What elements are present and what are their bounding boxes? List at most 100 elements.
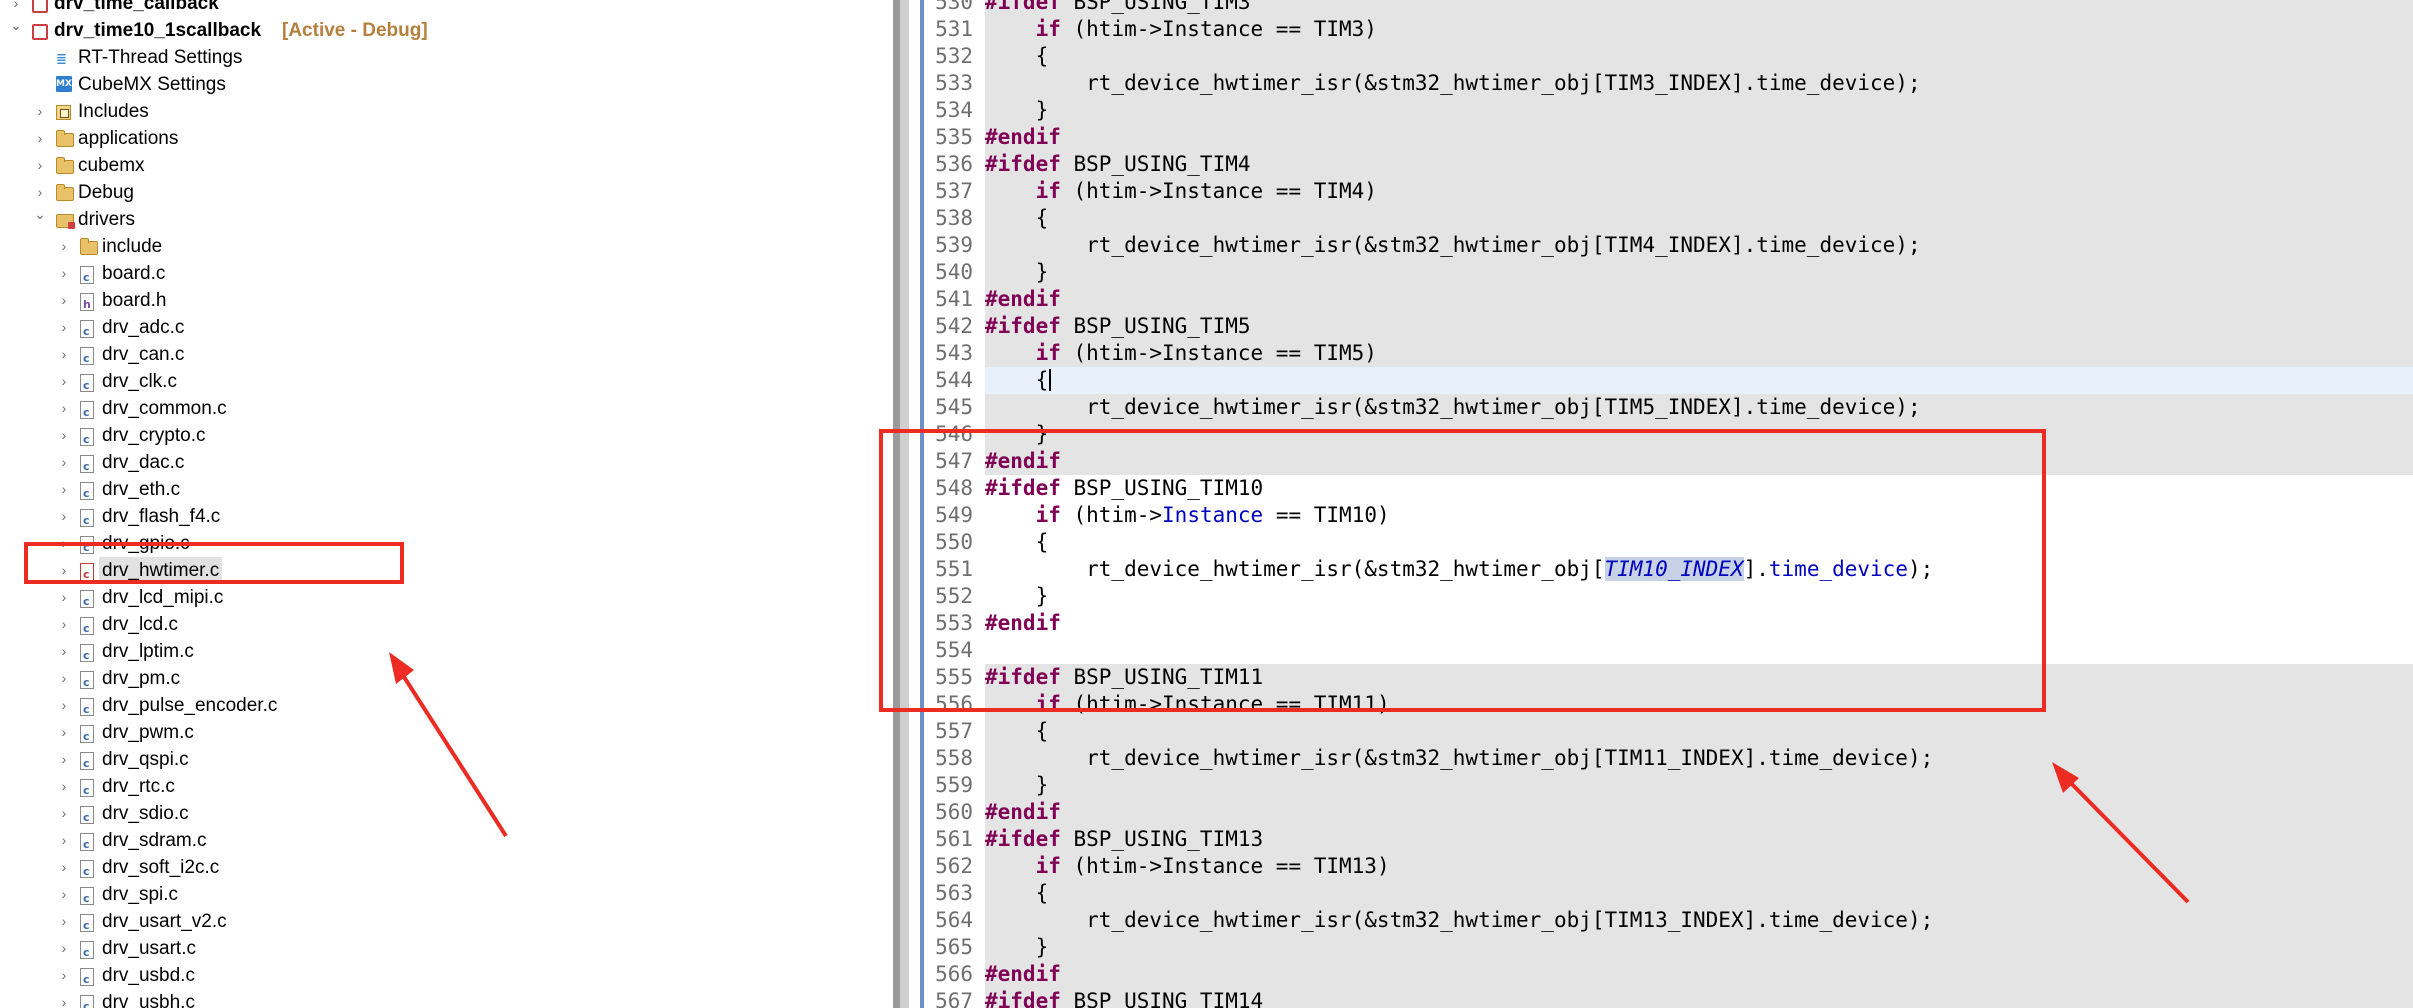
code-text[interactable]: }	[985, 259, 2413, 286]
tree-row[interactable]: › drv_pulse_encoder.c	[0, 692, 885, 723]
chevron-right-icon[interactable]: ›	[56, 935, 72, 962]
tree-row[interactable]: › drv_sdram.c	[0, 827, 885, 858]
code-line[interactable]: 530 #ifdef BSP_USING_TIM3	[925, 0, 2413, 16]
chevron-right-icon[interactable]: ›	[56, 989, 72, 1008]
chevron-right-icon[interactable]: ›	[56, 665, 72, 692]
tree-row[interactable]: › drv_common.c	[0, 395, 885, 426]
code-line[interactable]: 532 {	[925, 43, 2413, 70]
code-line[interactable]: 545 rt_device_hwtimer_isr(&stm32_hwtimer…	[925, 394, 2413, 421]
tree-row[interactable]: › drv_lcd.c	[0, 611, 885, 642]
tree-row[interactable]: › Debug	[0, 179, 885, 206]
chevron-right-icon[interactable]: ›	[56, 962, 72, 989]
code-line[interactable]: 549 if (htim->Instance == TIM10)	[925, 502, 2413, 529]
code-line[interactable]: 566 #endif	[925, 961, 2413, 988]
chevron-right-icon[interactable]: ›	[56, 908, 72, 935]
code-text[interactable]: #ifdef BSP_USING_TIM5	[985, 313, 2413, 340]
chevron-right-icon[interactable]: ›	[56, 422, 72, 449]
code-line[interactable]: 531 if (htim->Instance == TIM3)	[925, 16, 2413, 43]
code-line[interactable]: 560 #endif	[925, 799, 2413, 826]
chevron-right-icon[interactable]: ›	[56, 584, 72, 611]
code-text[interactable]: }	[985, 97, 2413, 124]
code-line[interactable]: 567 #ifdef BSP_USING_TIM14	[925, 988, 2413, 1008]
tree-row[interactable]: › drv_qspi.c	[0, 746, 885, 777]
code-line[interactable]: 565 }	[925, 934, 2413, 961]
tree-row[interactable]: › drv_usart_v2.c	[0, 908, 885, 939]
tree-row[interactable]: › drv_dac.c	[0, 449, 885, 480]
chevron-down-icon[interactable]: ⌄	[8, 12, 24, 39]
chevron-right-icon[interactable]: ›	[56, 692, 72, 719]
chevron-right-icon[interactable]: ›	[56, 368, 72, 395]
chevron-right-icon[interactable]: ›	[56, 530, 72, 557]
code-line[interactable]: 551 rt_device_hwtimer_isr(&stm32_hwtimer…	[925, 556, 2413, 583]
code-text[interactable]: #ifdef BSP_USING_TIM3	[985, 0, 2413, 16]
tree-row[interactable]: › drv_crypto.c	[0, 422, 885, 453]
code-text[interactable]: #endif	[985, 448, 2413, 475]
code-text[interactable]: #ifdef BSP_USING_TIM11	[985, 664, 2413, 691]
chevron-right-icon[interactable]: ›	[56, 611, 72, 638]
code-line[interactable]: 553 #endif	[925, 610, 2413, 637]
code-line[interactable]: 539 rt_device_hwtimer_isr(&stm32_hwtimer…	[925, 232, 2413, 259]
tree-row[interactable]: › drv_adc.c	[0, 314, 885, 345]
chevron-right-icon[interactable]: ›	[56, 719, 72, 746]
tree-row[interactable]: › drv_sdio.c	[0, 800, 885, 831]
chevron-right-icon[interactable]: ›	[56, 827, 72, 854]
code-line[interactable]: 534 }	[925, 97, 2413, 124]
code-text[interactable]: {	[985, 43, 2413, 70]
chevron-right-icon[interactable]: ›	[56, 449, 72, 476]
code-text[interactable]: #ifdef BSP_USING_TIM13	[985, 826, 2413, 853]
code-line[interactable]: 552 }	[925, 583, 2413, 610]
code-line[interactable]: 550 {	[925, 529, 2413, 556]
code-line[interactable]: 557 {	[925, 718, 2413, 745]
chevron-right-icon[interactable]: ›	[56, 314, 72, 341]
chevron-right-icon[interactable]: ›	[56, 260, 72, 287]
code-text[interactable]: {	[985, 880, 2413, 907]
code-line[interactable]: 554	[925, 637, 2413, 664]
code-text[interactable]: #endif	[985, 286, 2413, 313]
tree-row[interactable]: › drv_rtc.c	[0, 773, 885, 804]
tree-row[interactable]: › cubemx	[0, 152, 885, 179]
tree-row[interactable]: › drv_flash_f4.c	[0, 503, 885, 534]
chevron-down-icon[interactable]: ⌄	[32, 201, 48, 228]
chevron-right-icon[interactable]: ›	[56, 233, 72, 260]
code-text[interactable]: if (htim->Instance == TIM11)	[985, 691, 2413, 718]
tree-row[interactable]: › drv_soft_i2c.c	[0, 854, 885, 885]
code-text[interactable]: rt_device_hwtimer_isr(&stm32_hwtimer_obj…	[985, 907, 2413, 934]
code-line[interactable]: 559 }	[925, 772, 2413, 799]
code-line[interactable]: 562 if (htim->Instance == TIM13)	[925, 853, 2413, 880]
code-line[interactable]: 533 rt_device_hwtimer_isr(&stm32_hwtimer…	[925, 70, 2413, 97]
code-text[interactable]: {	[985, 718, 2413, 745]
code-text[interactable]: #endif	[985, 799, 2413, 826]
code-text[interactable]: #ifdef BSP_USING_TIM10	[985, 475, 2413, 502]
chevron-right-icon[interactable]: ›	[56, 773, 72, 800]
tree-row[interactable]: › include	[0, 233, 885, 260]
chevron-right-icon[interactable]: ›	[56, 503, 72, 530]
code-line[interactable]: 564 rt_device_hwtimer_isr(&stm32_hwtimer…	[925, 907, 2413, 934]
chevron-right-icon[interactable]: ›	[32, 152, 48, 179]
code-text[interactable]	[985, 637, 2413, 664]
tree-row[interactable]: › drv_time_callback	[0, 0, 885, 17]
tree-row[interactable]: › board.c	[0, 260, 885, 291]
tree-row[interactable]: ≣ RT-Thread Settings	[0, 44, 885, 71]
code-line[interactable]: 547 #endif	[925, 448, 2413, 475]
chevron-right-icon[interactable]: ›	[56, 800, 72, 827]
tree-row[interactable]: › drv_lcd_mipi.c	[0, 584, 885, 615]
chevron-right-icon[interactable]: ›	[56, 341, 72, 368]
code-text[interactable]: if (htim->Instance == TIM13)	[985, 853, 2413, 880]
code-text[interactable]: #endif	[985, 961, 2413, 988]
code-text[interactable]: {	[985, 205, 2413, 232]
code-text[interactable]: if (htim->Instance == TIM4)	[985, 178, 2413, 205]
code-text[interactable]: {	[985, 529, 2413, 556]
tree-row[interactable]: ⌄ drivers	[0, 206, 885, 233]
code-text[interactable]: #ifdef BSP_USING_TIM4	[985, 151, 2413, 178]
code-line[interactable]: 556 if (htim->Instance == TIM11)	[925, 691, 2413, 718]
tree-row[interactable]: › drv_usbd.c	[0, 962, 885, 993]
chevron-right-icon[interactable]: ›	[56, 638, 72, 665]
code-text[interactable]: rt_device_hwtimer_isr(&stm32_hwtimer_obj…	[985, 745, 2413, 772]
code-line[interactable]: 537 if (htim->Instance == TIM4)	[925, 178, 2413, 205]
code-text[interactable]: if (htim->Instance == TIM5)	[985, 340, 2413, 367]
code-line[interactable]: 558 rt_device_hwtimer_isr(&stm32_hwtimer…	[925, 745, 2413, 772]
code-text[interactable]: rt_device_hwtimer_isr(&stm32_hwtimer_obj…	[985, 556, 2413, 583]
code-line[interactable]: 542 #ifdef BSP_USING_TIM5	[925, 313, 2413, 340]
tree-row[interactable]: › drv_usart.c	[0, 935, 885, 966]
chevron-right-icon[interactable]: ›	[56, 287, 72, 314]
